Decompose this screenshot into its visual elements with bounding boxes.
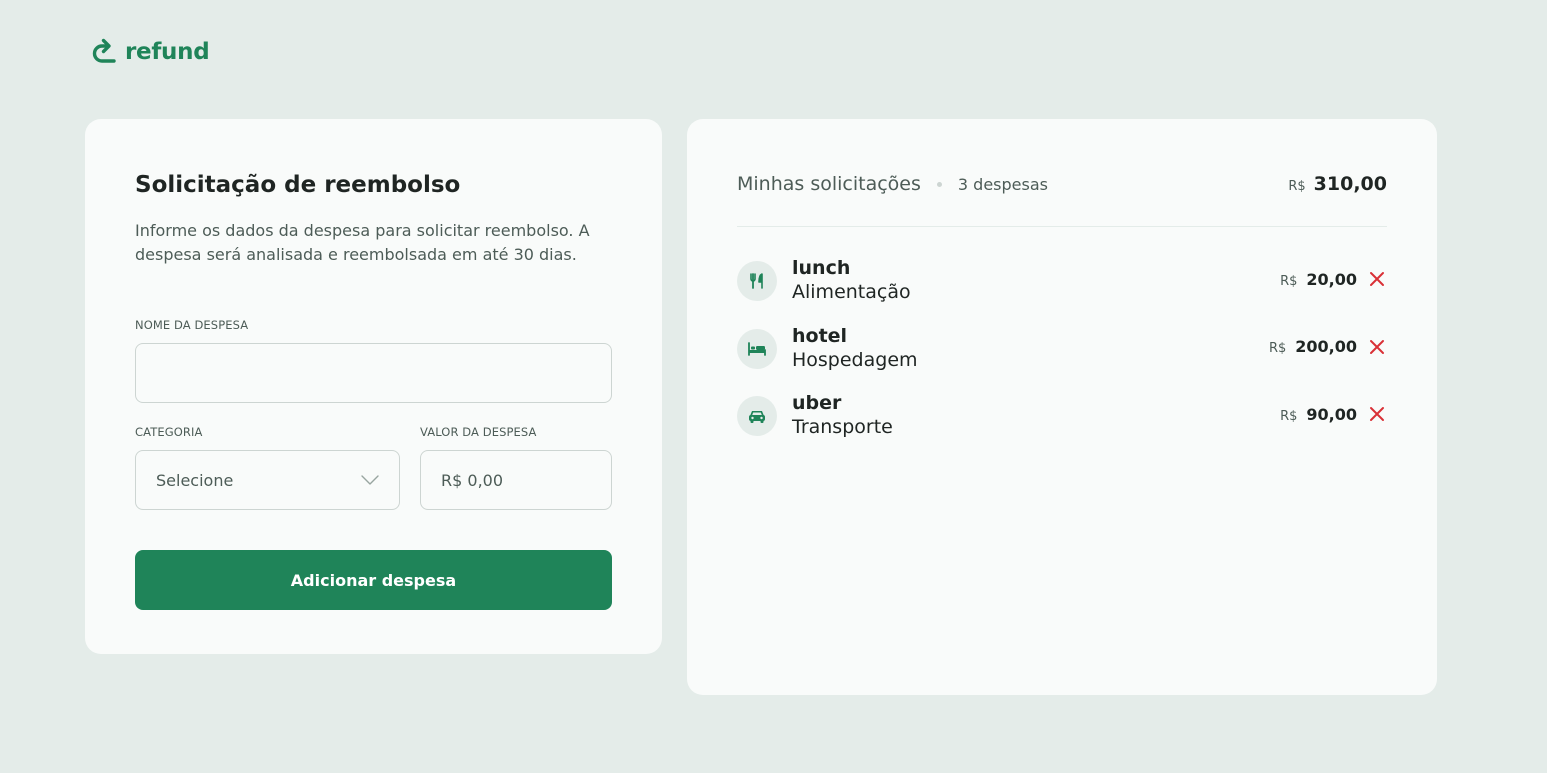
expense-name: lunch — [792, 257, 851, 279]
expense-name-label: NOME DA DESPESA — [135, 318, 249, 332]
remove-icon[interactable] — [1367, 337, 1387, 357]
reimbursement-form-card: Solicitação de reembolso Informe os dado… — [85, 119, 662, 654]
expense-amount-value: 90,00 — [1306, 404, 1357, 424]
expense-currency: R$ — [1280, 408, 1298, 424]
total-currency: R$ — [1288, 179, 1306, 194]
total-amount: R$ 310,00 — [1288, 173, 1387, 195]
expense-category: Alimentação — [792, 281, 911, 303]
expense-category: Hospedagem — [792, 348, 918, 371]
expense-name: uber — [792, 392, 842, 414]
expense-count: 3 despesas — [957, 174, 1048, 194]
remove-icon[interactable] — [1367, 404, 1387, 424]
expense-amount-value: 200,00 — [1295, 337, 1357, 356]
expense-name: hotel — [792, 324, 848, 347]
food-icon — [737, 261, 777, 301]
expense-name-input[interactable] — [135, 343, 612, 403]
expense-item: lunch Alimentação R$ 20,00 — [737, 257, 1387, 325]
expense-currency: R$ — [1268, 341, 1287, 356]
redo-arrow-icon — [92, 38, 116, 63]
expense-amount-value: 20,00 — [1306, 269, 1357, 289]
chevron-down-icon — [361, 475, 379, 485]
expense-amount: R$ 90,00 — [1280, 405, 1357, 424]
add-expense-button[interactable]: Adicionar despesa — [135, 550, 612, 610]
expense-list: lunch Alimentação R$ 20,00 hotel Hospeda… — [737, 257, 1387, 460]
bed-icon — [737, 328, 777, 369]
form-title: Solicitação de reembolso — [135, 172, 461, 198]
requests-header: Minhas solicitações 3 despesas R$ 310,00 — [737, 171, 1387, 197]
amount-placeholder: R$ 0,00 — [441, 470, 504, 490]
requests-list-card: Minhas solicitações 3 despesas R$ 310,00… — [687, 119, 1437, 695]
category-selected-value: Selecione — [156, 470, 234, 490]
expense-category: Transporte — [792, 416, 893, 438]
category-label: CATEGORIA — [135, 425, 203, 439]
requests-title: Minhas solicitações — [737, 173, 921, 195]
brand-name: refund — [125, 38, 210, 65]
total-value: 310,00 — [1313, 173, 1387, 195]
car-icon — [737, 396, 777, 436]
separator-dot — [936, 181, 942, 187]
expense-amount: R$ 200,00 — [1269, 337, 1357, 356]
expense-item: hotel Hospedagem R$ 200,00 — [737, 325, 1387, 393]
amount-input[interactable]: R$ 0,00 — [420, 450, 612, 510]
remove-icon[interactable] — [1367, 269, 1387, 289]
header-divider — [737, 226, 1387, 227]
amount-label: VALOR DA DESPESA — [420, 425, 537, 439]
expense-item: uber Transporte R$ 90,00 — [737, 392, 1387, 460]
brand-logo: refund — [92, 38, 210, 68]
form-description: Informe os dados da despesa para solicit… — [135, 221, 590, 264]
category-select[interactable]: Selecione — [135, 450, 400, 510]
expense-currency: R$ — [1280, 273, 1298, 289]
expense-amount: R$ 20,00 — [1280, 270, 1357, 289]
